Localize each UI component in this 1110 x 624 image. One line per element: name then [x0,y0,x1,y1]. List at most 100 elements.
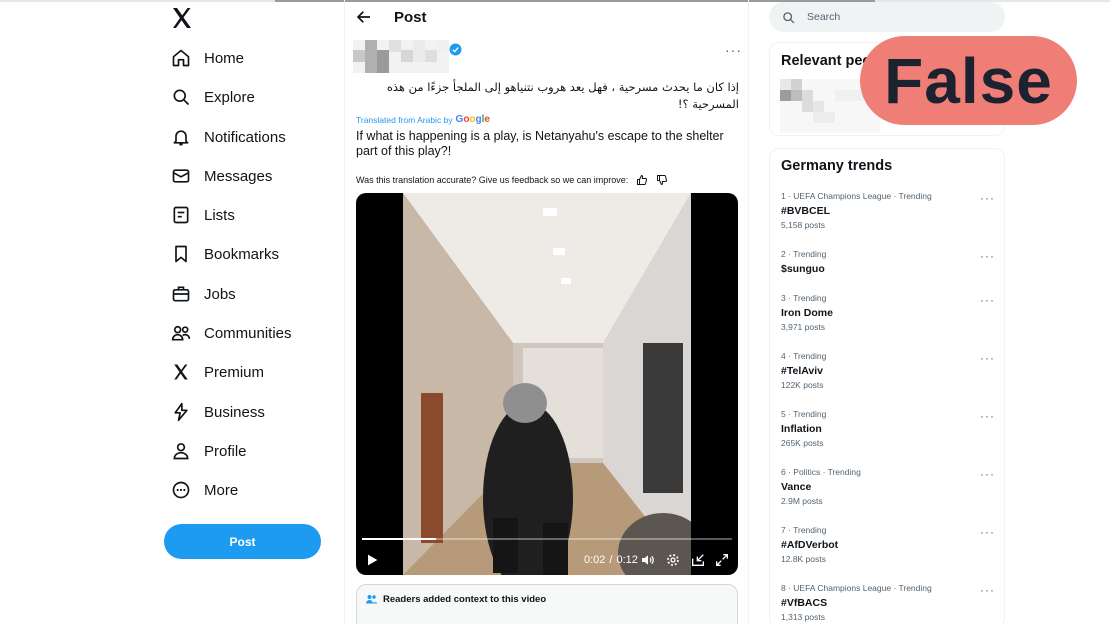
trend-name: #AfDVerbot [781,539,839,551]
thumbs-up-icon[interactable] [636,174,648,186]
post-button[interactable]: Post [164,524,321,559]
people-icon [170,322,192,344]
search-input[interactable]: Search [769,2,1005,32]
nav-label: Jobs [204,285,236,303]
nav-lists[interactable]: Lists [170,199,235,231]
trend-meta: 7 · Trending [781,525,827,535]
trend-meta: 8 · UEFA Champions League · Trending [781,583,932,593]
video-progress-bar[interactable] [362,538,732,540]
nav-label: Explore [204,88,255,106]
nav-label: More [204,481,239,499]
trend-item[interactable]: 3 · Trending Iron Dome 3,971 posts ··· [781,293,1001,343]
trend-item[interactable]: 2 · Trending $sunguo ··· [781,249,1001,299]
fullscreen-icon [716,554,728,566]
volume-button[interactable] [640,550,656,570]
nav-communities[interactable]: Communities [170,317,292,349]
post-translation: If what is happening is a play, is Netan… [356,129,724,158]
play-icon [368,554,378,566]
trend-meta: 2 · Trending [781,249,827,259]
trend-item[interactable]: 8 · UEFA Champions League · Trending #Vf… [781,583,1001,624]
trend-meta: 3 · Trending [781,293,827,303]
post-column: Post ··· إذا كان ما يحدث مسرحية ، فهل يع… [344,0,749,624]
dock-button[interactable] [690,550,706,570]
trend-item[interactable]: 4 · Trending #TelAviv 122K posts ··· [781,351,1001,401]
nav-label: Bookmarks [204,245,280,263]
trend-more-icon[interactable]: ··· [980,293,995,307]
trend-more-icon[interactable]: ··· [980,525,995,539]
nav-profile[interactable]: Profile [170,435,247,467]
duration: 0:12 [616,554,638,566]
nav-label: Profile [204,442,247,460]
video-player[interactable]: 0:02 / 0:12 [356,193,738,575]
nav-premium[interactable]: Premium [170,356,264,388]
nav-explore[interactable]: Explore [170,81,255,113]
nav-home[interactable]: Home [170,42,244,74]
trend-count: 122K posts [781,380,824,390]
trend-name: #TelAviv [781,365,824,377]
trend-name: Inflation [781,423,822,435]
current-time: 0:02 [584,554,606,566]
back-arrow-icon[interactable] [355,8,373,26]
trend-more-icon[interactable]: ··· [980,467,995,481]
post-original-text: إذا كان ما يحدث مسرحية ، فهل يعد هروب نت… [386,80,739,111]
nav-business[interactable]: Business [170,396,265,428]
nav-bookmarks[interactable]: Bookmarks [170,238,279,270]
nav-jobs[interactable]: Jobs [170,278,236,310]
page-title: Post [394,9,427,26]
thumbs-down-icon[interactable] [656,174,668,186]
list-icon [170,204,192,226]
nav-label: Communities [204,324,292,342]
trend-count: 3,971 posts [781,322,825,332]
nav-more[interactable]: More [170,474,238,506]
settings-button[interactable] [665,550,681,570]
search-icon [170,86,192,108]
x-logo-icon [170,361,192,383]
x-logo-icon[interactable] [170,6,194,30]
trend-item[interactable]: 7 · Trending #AfDVerbot 12.8K posts ··· [781,525,1001,575]
nav-label: Business [204,403,265,421]
trend-more-icon[interactable]: ··· [980,351,995,365]
trend-name: #BVBCEL [781,205,831,217]
trend-count: 1,313 posts [781,612,825,622]
trend-item[interactable]: 6 · Politics · Trending Vance 2.9M posts… [781,467,1001,517]
trend-count: 5,158 posts [781,220,825,230]
person-icon [170,440,192,462]
fullscreen-button[interactable] [714,550,730,570]
trend-meta: 5 · Trending [781,409,827,419]
context-label: Readers added context to this video [383,593,547,605]
post-more-icon[interactable]: ··· [725,42,742,58]
trends-title: Germany trends [781,158,893,174]
search-icon [783,11,795,23]
author-blurred[interactable] [353,40,449,73]
trend-more-icon[interactable]: ··· [980,583,995,597]
trend-item[interactable]: 1 · UEFA Champions League · Trending #BV… [781,191,1001,241]
play-button[interactable] [364,550,380,570]
video-frame-image [403,193,691,575]
community-notes-box[interactable]: Readers added context to this video [356,584,738,624]
time-separator: / [609,554,613,566]
volume-icon [642,555,654,565]
video-time: 0:02 / 0:12 [584,550,638,570]
trend-name: $sunguo [781,263,825,275]
trend-item[interactable]: 5 · Trending Inflation 265K posts ··· [781,409,1001,459]
trend-more-icon[interactable]: ··· [980,409,995,423]
translated-from-label: Translated from Arabic by [356,114,453,125]
nav-messages[interactable]: Messages [170,160,272,192]
trend-more-icon[interactable]: ··· [980,249,995,263]
dock-icon [692,554,704,566]
gear-icon [667,554,679,566]
verdict-badge: False [860,36,1077,125]
video-progress-fill [362,538,436,540]
translation-attribution: Translated from Arabic by Google [356,114,490,125]
home-icon [170,47,192,69]
trend-name: #VfBACS [781,597,828,609]
nav-label: Premium [204,363,265,381]
trend-more-icon[interactable]: ··· [980,191,995,205]
trend-name: Iron Dome [781,307,833,319]
trend-name: Vance [781,481,812,493]
nav-notifications[interactable]: Notifications [170,121,286,153]
google-logo: Google [455,114,490,125]
readers-icon [366,595,378,604]
bookmark-icon [170,243,192,265]
trend-count: 2.9M posts [781,496,823,506]
